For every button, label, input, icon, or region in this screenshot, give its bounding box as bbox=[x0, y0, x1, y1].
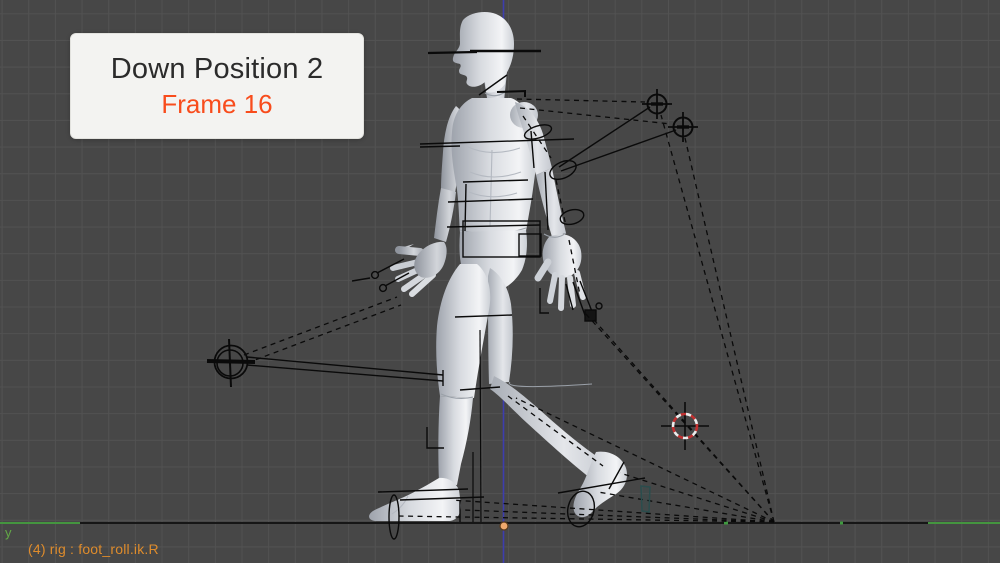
finger-target-ring bbox=[380, 285, 387, 292]
active-bone-status: (4) rig : foot_roll.ik.R bbox=[28, 541, 159, 557]
leg-track-line bbox=[480, 330, 481, 522]
elbow-to-target-line bbox=[561, 130, 676, 171]
target-to-hand-dash bbox=[247, 305, 401, 363]
fan-dash bbox=[685, 138, 774, 522]
annotation-card: Down Position 2 Frame 16 bbox=[70, 33, 364, 139]
origin-point-icon[interactable] bbox=[500, 522, 508, 530]
fan-dash bbox=[598, 492, 774, 522]
finger bbox=[561, 278, 562, 308]
y-axis-label: y bbox=[5, 525, 12, 540]
finger-wire bbox=[385, 273, 409, 286]
vertex-dot bbox=[724, 522, 728, 525]
head-bone-line bbox=[428, 52, 477, 53]
vertex-dot bbox=[840, 522, 843, 525]
fan-dash bbox=[661, 115, 774, 522]
thumb bbox=[538, 262, 548, 278]
side-bone-line bbox=[465, 184, 466, 231]
forward-leg bbox=[369, 264, 490, 521]
foot-ik-target-icon[interactable] bbox=[207, 339, 255, 387]
shoulder-to-target-dash bbox=[517, 99, 645, 102]
hand-ik-target-icon[interactable] bbox=[668, 112, 698, 142]
finger-target-ring bbox=[372, 272, 379, 279]
target-to-hand-dash bbox=[244, 297, 397, 355]
pose-title: Down Position 2 bbox=[111, 53, 324, 86]
hand-ik-target-icon[interactable] bbox=[642, 89, 672, 119]
forward-calf bbox=[438, 396, 473, 485]
chest-bone-line bbox=[420, 146, 460, 147]
shoulder-to-target-dash bbox=[520, 108, 671, 124]
frame-label: Frame 16 bbox=[161, 89, 272, 120]
mannequin-figure[interactable] bbox=[369, 12, 627, 521]
viewport-3d[interactable]: Down Position 2 Frame 16 y (4) rig : foo… bbox=[0, 0, 1000, 563]
finger bbox=[550, 275, 555, 301]
wrist-dot-ring bbox=[596, 303, 602, 309]
hand-palm-far bbox=[414, 242, 446, 278]
fan-dash bbox=[594, 320, 774, 522]
rear-leg bbox=[488, 268, 627, 517]
thumb bbox=[399, 250, 420, 252]
rear-thigh bbox=[488, 268, 513, 384]
forward-thigh bbox=[436, 264, 490, 398]
finger-wire bbox=[352, 278, 370, 281]
teal-bone[interactable] bbox=[641, 486, 650, 512]
fan-dash bbox=[452, 500, 774, 522]
elbow-to-target-line bbox=[559, 107, 650, 167]
